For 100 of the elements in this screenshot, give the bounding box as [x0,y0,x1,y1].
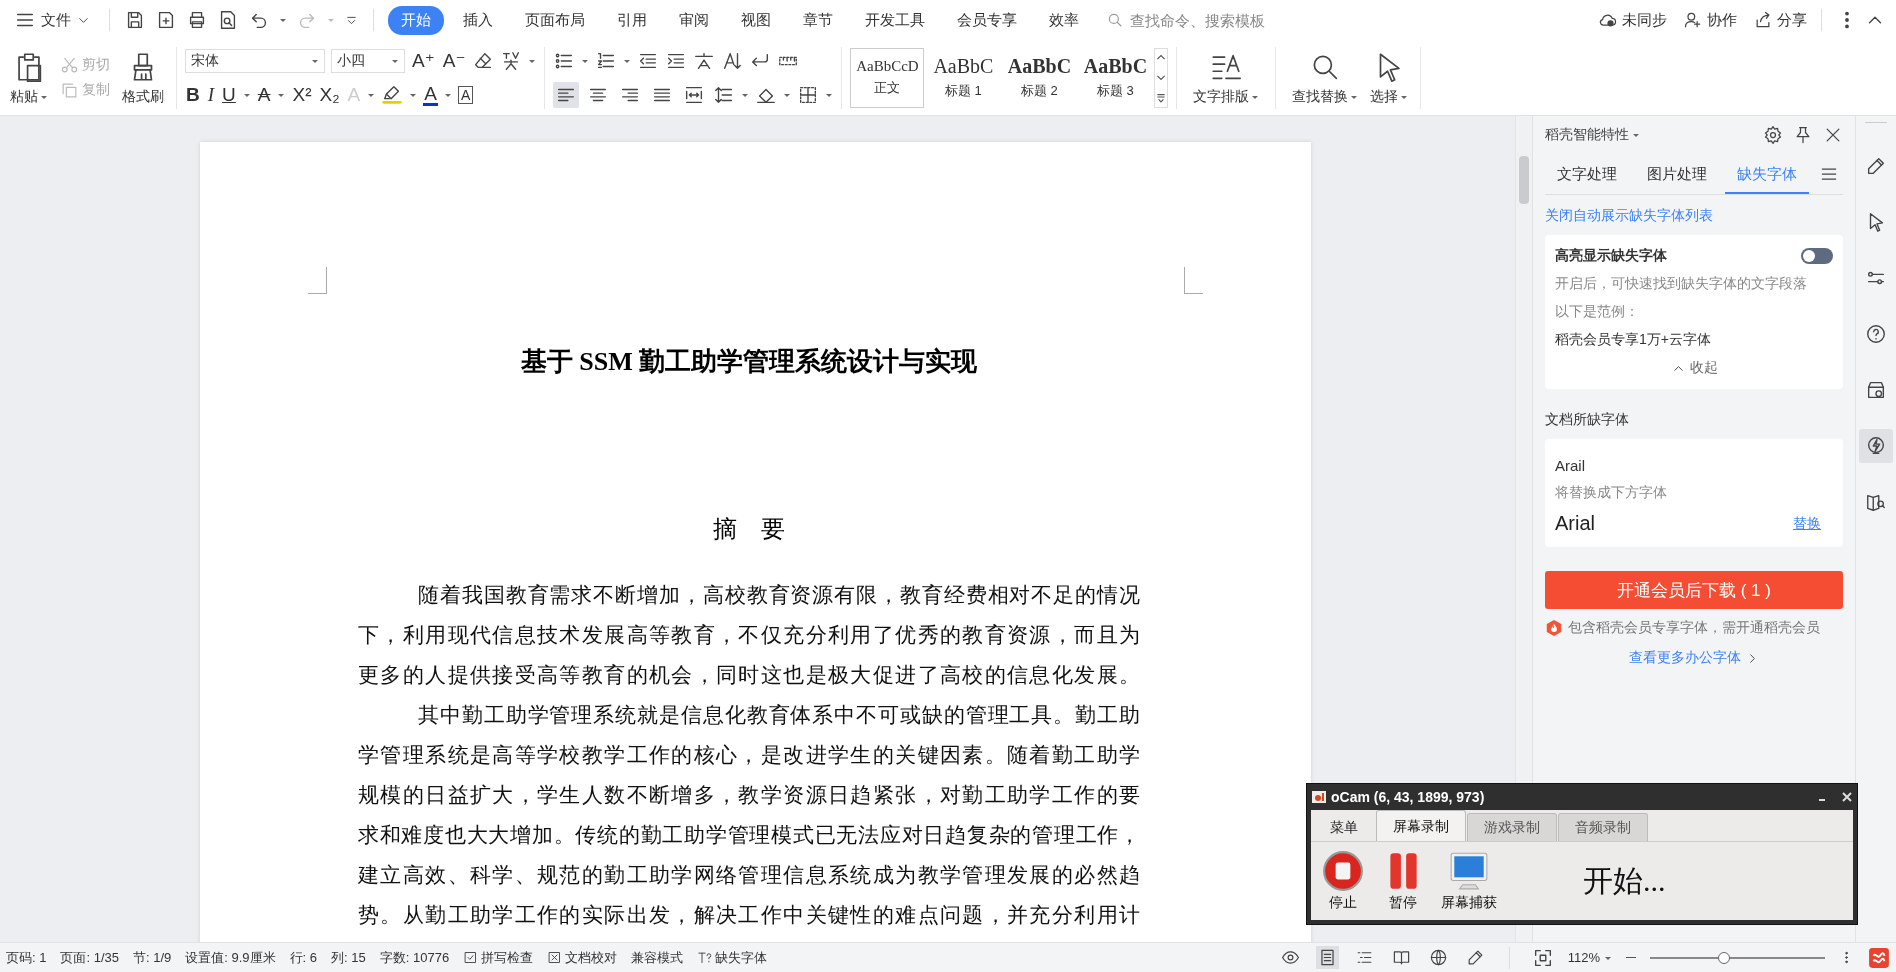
caret-icon[interactable] [279,16,287,24]
panel-tab[interactable]: 文字处理 [1545,154,1629,194]
font-size-step-button[interactable]: A⁺ [411,49,436,72]
ribbon-tab[interactable]: 开发工具 [852,5,938,35]
menu-button[interactable]: 菜单 [1313,813,1375,841]
example-text: 稻壳会员专享1万+云字体 [1555,331,1712,349]
add-person-icon [1683,10,1703,30]
command-search-field[interactable]: 查找命令、搜索模板 [1106,10,1312,30]
status-tool[interactable]: 拼写检查 [463,948,534,967]
status-item: 列: 15 [331,948,366,967]
ribbon-tab[interactable]: 效率 [1036,5,1092,35]
more-fonts-link[interactable]: 查看更多办公字体 [1545,649,1843,667]
missing-font-name: Arail [1555,457,1586,474]
status-tool[interactable]: 缺失字体 [697,948,768,967]
style-preview: AaBbC [1083,55,1148,78]
recorder-tab[interactable]: 游戏录制 [1467,813,1557,841]
ribbon-tab[interactable]: 页面布局 [512,5,598,35]
camera-app-icon [1311,789,1327,805]
screen-capture-button[interactable]: 屏幕捕获 [1441,850,1497,912]
strikethrough-button[interactable]: A [256,83,272,106]
search-icon [1106,11,1124,29]
crop-mark [308,267,327,294]
scroll-thumb[interactable] [1519,156,1529,204]
collapse-link[interactable]: 收起 [1555,359,1833,377]
ribbon-tab[interactable]: 章节 [790,5,846,35]
lightning-bulb-icon[interactable] [1859,429,1893,463]
status-tool[interactable]: 兼容模式 [631,948,684,967]
superscript-button[interactable]: X² [291,83,313,106]
ribbon-tab[interactable]: 审阅 [666,5,722,35]
style-option[interactable]: AaBbC 标题 3 [1078,47,1153,108]
font-size-dropdown[interactable]: 小四 [331,48,405,73]
section-title: 文档所缺字体 [1545,411,1630,429]
style-preview: AaBbC [1007,55,1072,78]
member-note: 包含稻壳会员专享字体，需开通稻壳会员 [1568,619,1820,637]
zoom-out-icon[interactable] [1626,956,1636,959]
toggle-switch[interactable] [1801,248,1833,264]
text-layout-button[interactable]: 文字排版 [1185,47,1268,108]
card-title: 高亮显示缺失字体 [1555,247,1667,265]
align-left-icon[interactable] [553,81,580,108]
stop-button[interactable]: 停止 [1321,850,1365,912]
format-painter-button[interactable]: 格式刷 [118,47,168,108]
highlighter-icon[interactable] [381,83,404,106]
replace-link[interactable]: 替换 [1793,514,1821,533]
ribbon-tab[interactable]: 引用 [604,5,660,35]
section-heading: 摘 要 [712,515,786,544]
ribbon-tab[interactable]: 开始 [388,5,444,35]
style-option[interactable]: AaBbC 标题 2 [1002,47,1077,108]
font-help-icon [697,950,713,965]
status-item: 行: 6 [289,948,318,967]
status-item: 页码: 1 [6,948,47,967]
top-action[interactable]: 未同步 [1598,10,1667,30]
monitor-icon [1448,850,1490,892]
ribbon-tab[interactable]: 视图 [728,5,784,35]
close-icon[interactable] [1841,791,1853,803]
bold-button[interactable]: B [185,83,201,106]
file-menu[interactable]: 文件 [10,9,95,31]
flame-badge-icon [1545,619,1563,637]
panel-title[interactable]: 稻壳智能特性 [1545,126,1640,144]
style-preview: AaBbC [933,55,994,78]
font-family-dropdown[interactable]: 宋体 [185,48,325,73]
download-button[interactable]: 开通会员后下载 ( 1 ) [1545,571,1843,609]
status-tool[interactable]: 文档校对 [547,948,618,967]
zoom-slider-thumb[interactable] [1717,951,1730,964]
top-action[interactable]: 协作 [1683,10,1737,30]
settings-icon[interactable] [1763,125,1783,145]
replacement-font-name: Arial [1555,512,1595,535]
page-view-icon[interactable] [1315,946,1339,969]
zoom-dropdown[interactable]: 112% [1567,950,1612,965]
close-auto-list-link[interactable]: 关闭自动展示缺失字体列表 [1545,207,1843,225]
font-size-step-button[interactable]: A⁻ [441,49,467,72]
underline-button[interactable]: U [221,83,237,106]
style-name: 标题 2 [1021,82,1058,100]
scissors-icon [60,55,79,75]
ribbon-tab[interactable]: 会员专享 [944,5,1030,35]
ribbon-tab[interactable]: 插入 [450,5,506,35]
status-item: 字数: 10776 [379,948,450,967]
pause-button[interactable]: 暂停 [1381,850,1425,912]
checkbox-icon [463,950,479,965]
status-item: 页面: 1/35 [60,948,119,967]
font-color-button[interactable]: A [423,83,438,106]
style-option[interactable]: AaBbC 标题 1 [926,47,1001,108]
recorder-tab[interactable]: 屏幕录制 [1376,810,1466,841]
style-name: 标题 3 [1097,82,1134,100]
recorder-tab[interactable]: 音频录制 [1558,813,1648,841]
panel-tab[interactable]: 图片处理 [1635,154,1719,194]
paste-button[interactable]: 粘贴 [6,47,52,108]
cross-box-icon [547,950,563,965]
style-name: 标题 1 [945,82,982,100]
top-action[interactable]: 分享 [1753,10,1807,30]
body-paragraph: 其中勤工助学管理系统就是信息化教育体系中不可或缺的管理工具。勤工助 学管理系统是高等学校教学工作的核心，是改进学生的关键因素。随着勤工助学 规模的日益扩大，学生人数不断增多，教学资源日趋紧张，对勤工助学工作的要 求和难度也大大增加。传统的勤工助学管理模式已无法应对日趋复杂的管理工作， 建立高效、科学、规范的勤工助学网络管理信息系统成为教学管理发展的必然趋 势。从勤工助学工作的实际出发，解决工作中关键性的难点问题，并充分利用计 [358,702,1140,929]
select-button[interactable]: 选择 [1366,47,1413,108]
app-logo-icon[interactable] [1868,946,1890,969]
style-preview: AaBbCcD [856,58,919,75]
italic-button[interactable]: I [206,83,216,106]
find-replace-button[interactable]: 查找替换 [1284,47,1367,108]
character-border-button[interactable]: A [457,85,474,104]
document-title: 基于 SSM 勤工助学管理系统设计与实现 [519,346,979,378]
status-item: 节: 1/9 [133,948,172,967]
subscript-button[interactable]: X₂ [318,83,341,106]
style-option[interactable]: AaBbCcD 正文 [850,47,925,108]
